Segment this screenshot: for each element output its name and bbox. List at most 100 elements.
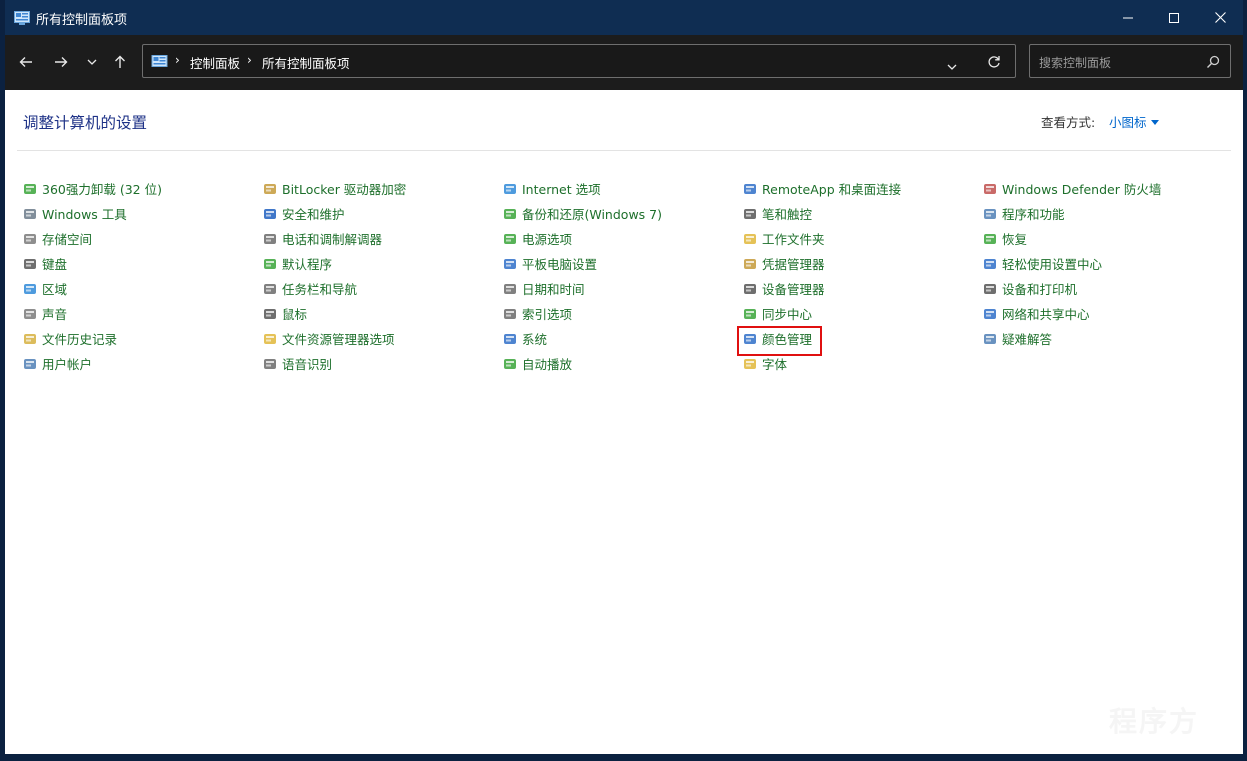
item-label[interactable]: 日期和时间 <box>522 279 585 298</box>
item-label[interactable]: 程序和功能 <box>1002 204 1065 223</box>
item-label[interactable]: 存储空间 <box>42 229 92 248</box>
control-panel-item[interactable]: 默认程序 <box>262 251 502 276</box>
search-input[interactable]: 搜索控制面板 <box>1039 54 1111 71</box>
control-panel-item[interactable]: 文件历史记录 <box>22 326 262 351</box>
control-panel-item[interactable]: 设备和打印机 <box>982 276 1222 301</box>
internet-icon <box>502 181 518 197</box>
item-label[interactable]: 备份和还原(Windows 7) <box>522 204 662 223</box>
maximize-button[interactable] <box>1151 0 1197 35</box>
item-label[interactable]: 键盘 <box>42 254 67 273</box>
close-button[interactable] <box>1197 0 1243 35</box>
item-label[interactable]: Internet 选项 <box>522 179 601 198</box>
control-panel-item[interactable]: 备份和还原(Windows 7) <box>502 201 742 226</box>
control-panel-item[interactable]: 文件资源管理器选项 <box>262 326 502 351</box>
item-label[interactable]: 声音 <box>42 304 67 323</box>
item-label[interactable]: 文件资源管理器选项 <box>282 329 395 348</box>
control-panel-item[interactable]: 鼠标 <box>262 301 502 326</box>
control-panel-item[interactable]: 网络和共享中心 <box>982 301 1222 326</box>
search-box[interactable]: 搜索控制面板 <box>1029 44 1231 78</box>
view-by-value[interactable]: 小图标 <box>1109 115 1147 130</box>
view-by-dropdown[interactable]: 小图标 <box>1109 112 1159 131</box>
forward-button[interactable] <box>48 49 74 75</box>
refresh-button[interactable] <box>987 54 1001 73</box>
item-label[interactable]: 区域 <box>42 279 67 298</box>
control-panel-item[interactable]: 安全和维护 <box>262 201 502 226</box>
item-label[interactable]: 鼠标 <box>282 304 307 323</box>
address-dropdown-button[interactable] <box>947 55 957 74</box>
address-bar[interactable]: › 控制面板 › 所有控制面板项 <box>142 44 1016 78</box>
item-label[interactable]: 疑难解答 <box>1002 329 1052 348</box>
item-label[interactable]: Windows Defender 防火墙 <box>1002 179 1161 198</box>
back-button[interactable] <box>13 49 39 75</box>
item-label[interactable]: RemoteApp 和桌面连接 <box>762 179 901 198</box>
item-label[interactable]: 字体 <box>762 354 787 373</box>
control-panel-item[interactable]: 工作文件夹 <box>742 226 982 251</box>
item-label[interactable]: 索引选项 <box>522 304 572 323</box>
control-panel-item[interactable]: 任务栏和导航 <box>262 276 502 301</box>
control-panel-item[interactable]: 疑难解答 <box>982 326 1222 351</box>
control-panel-item[interactable]: 用户帐户 <box>22 351 262 376</box>
item-label[interactable]: 默认程序 <box>282 254 332 273</box>
control-panel-item[interactable]: 区域 <box>22 276 262 301</box>
item-label[interactable]: 任务栏和导航 <box>282 279 357 298</box>
item-label[interactable]: 自动播放 <box>522 354 572 373</box>
system-icon <box>502 331 518 347</box>
control-panel-item[interactable]: Windows Defender 防火墙 <box>982 176 1222 201</box>
item-label[interactable]: 工作文件夹 <box>762 229 825 248</box>
item-label[interactable]: 网络和共享中心 <box>1002 304 1090 323</box>
item-label[interactable]: 安全和维护 <box>282 204 345 223</box>
control-panel-item[interactable]: 轻松使用设置中心 <box>982 251 1222 276</box>
item-label[interactable]: 同步中心 <box>762 304 812 323</box>
control-panel-item[interactable]: RemoteApp 和桌面连接 <box>742 176 982 201</box>
control-panel-item[interactable]: 存储空间 <box>22 226 262 251</box>
control-panel-item[interactable]: 语音识别 <box>262 351 502 376</box>
item-label[interactable]: 电话和调制解调器 <box>282 229 382 248</box>
recent-locations-button[interactable] <box>79 49 105 75</box>
item-label[interactable]: Windows 工具 <box>42 204 127 223</box>
color-management-icon <box>742 331 758 347</box>
control-panel-item[interactable]: Internet 选项 <box>502 176 742 201</box>
item-label[interactable]: 设备管理器 <box>762 279 825 298</box>
item-label[interactable]: 平板电脑设置 <box>522 254 597 273</box>
control-panel-item[interactable]: 360强力卸载 (32 位) <box>22 176 262 201</box>
item-label[interactable]: 文件历史记录 <box>42 329 117 348</box>
item-label[interactable]: 360强力卸载 (32 位) <box>42 179 162 198</box>
item-label[interactable]: 设备和打印机 <box>1002 279 1077 298</box>
item-label[interactable]: 系统 <box>522 329 547 348</box>
item-label[interactable]: 轻松使用设置中心 <box>1002 254 1102 273</box>
control-panel-item[interactable]: 自动播放 <box>502 351 742 376</box>
item-label[interactable]: 恢复 <box>1002 229 1027 248</box>
item-label[interactable]: 用户帐户 <box>42 354 92 373</box>
control-panel-item[interactable]: 电源选项 <box>502 226 742 251</box>
control-panel-item[interactable]: 电话和调制解调器 <box>262 226 502 251</box>
control-panel-item[interactable]: 平板电脑设置 <box>502 251 742 276</box>
item-label[interactable]: BitLocker 驱动器加密 <box>282 179 406 198</box>
control-panel-item[interactable]: 系统 <box>502 326 742 351</box>
item-label[interactable]: 颜色管理 <box>762 329 812 348</box>
control-panel-item[interactable]: 凭据管理器 <box>742 251 982 276</box>
control-panel-item[interactable]: 设备管理器 <box>742 276 982 301</box>
item-label[interactable]: 凭据管理器 <box>762 254 825 273</box>
control-panel-item[interactable]: Windows 工具 <box>22 201 262 226</box>
control-panel-item[interactable]: 索引选项 <box>502 301 742 326</box>
search-icon[interactable] <box>1206 54 1220 73</box>
dropdown-arrow-icon[interactable] <box>1150 120 1159 125</box>
control-panel-item[interactable]: BitLocker 驱动器加密 <box>262 176 502 201</box>
control-panel-item[interactable]: 同步中心 <box>742 301 982 326</box>
control-panel-item[interactable]: 字体 <box>742 351 982 376</box>
control-panel-item[interactable]: 笔和触控 <box>742 201 982 226</box>
item-label[interactable]: 电源选项 <box>522 229 572 248</box>
minimize-button[interactable] <box>1105 0 1151 35</box>
item-label[interactable]: 语音识别 <box>282 354 332 373</box>
breadcrumb-all-items[interactable]: 所有控制面板项 <box>262 53 350 72</box>
control-panel-item[interactable]: 程序和功能 <box>982 201 1222 226</box>
item-label[interactable]: 笔和触控 <box>762 204 812 223</box>
control-panel-item[interactable]: 颜色管理 <box>737 326 982 356</box>
control-panel-item[interactable]: 声音 <box>22 301 262 326</box>
title-bar[interactable]: 所有控制面板项 <box>5 0 1243 35</box>
control-panel-item[interactable]: 恢复 <box>982 226 1222 251</box>
breadcrumb-control-panel[interactable]: 控制面板 <box>190 53 240 72</box>
control-panel-item[interactable]: 日期和时间 <box>502 276 742 301</box>
up-button[interactable] <box>107 49 133 75</box>
control-panel-item[interactable]: 键盘 <box>22 251 262 276</box>
